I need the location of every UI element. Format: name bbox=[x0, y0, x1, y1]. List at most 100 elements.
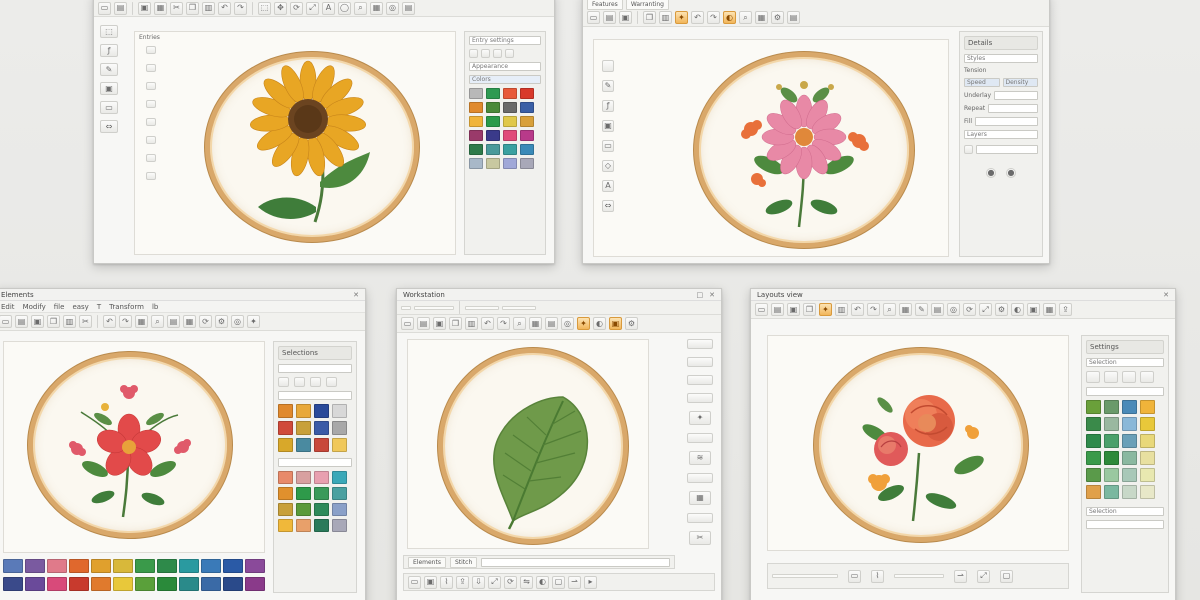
stitch-type-icon[interactable]: ≋ bbox=[689, 451, 711, 465]
zoom-icon[interactable]: ⌕ bbox=[354, 1, 367, 15]
design-canvas[interactable] bbox=[3, 341, 265, 553]
color-swatch[interactable] bbox=[47, 577, 67, 591]
color-swatch[interactable] bbox=[332, 471, 347, 484]
import-icon[interactable]: ⇩ bbox=[472, 575, 485, 589]
color-swatch[interactable] bbox=[296, 471, 311, 484]
color-swatch[interactable] bbox=[296, 438, 311, 452]
layer-item-icon[interactable] bbox=[146, 172, 156, 180]
design-canvas[interactable] bbox=[407, 339, 649, 549]
colors-field[interactable]: Colors bbox=[469, 75, 541, 84]
menu-item[interactable] bbox=[502, 305, 536, 310]
color-icon[interactable]: ◐ bbox=[536, 575, 549, 589]
hoop-icon[interactable]: ◎ bbox=[386, 1, 399, 15]
speed-field[interactable]: Speed bbox=[964, 78, 1000, 87]
color-swatch[interactable] bbox=[201, 559, 221, 573]
rotate-icon[interactable]: ⟳ bbox=[199, 315, 212, 328]
redo-icon[interactable]: ↷ bbox=[707, 11, 720, 24]
grid-icon[interactable]: ▦ bbox=[755, 11, 768, 24]
footer-selection-field[interactable]: Selection bbox=[1086, 507, 1164, 516]
paste-icon[interactable]: ▥ bbox=[202, 1, 215, 15]
scale-icon[interactable]: ⤢ bbox=[979, 303, 992, 316]
arrow-icon[interactable]: ⇀ bbox=[954, 569, 967, 583]
warranting-menu[interactable]: Warranting bbox=[625, 0, 669, 10]
grid-icon[interactable]: ▦ bbox=[370, 1, 383, 15]
color-swatch[interactable] bbox=[223, 577, 243, 591]
color-swatch[interactable] bbox=[332, 487, 347, 500]
zoom-icon[interactable]: ⌕ bbox=[739, 11, 752, 24]
save-icon[interactable]: ▣ bbox=[619, 11, 632, 24]
layers-icon[interactable]: ▤ bbox=[402, 1, 415, 15]
save-icon[interactable]: ▣ bbox=[787, 303, 800, 316]
mirror-icon[interactable]: ⇋ bbox=[520, 575, 533, 589]
color-swatch[interactable] bbox=[69, 559, 89, 573]
repeat-value[interactable] bbox=[988, 104, 1038, 113]
erase-tool-icon[interactable]: ▭ bbox=[100, 101, 118, 114]
distribute-icon[interactable] bbox=[326, 377, 337, 387]
panel-tab-icon[interactable] bbox=[687, 357, 713, 367]
frame-icon[interactable]: ▢ bbox=[552, 575, 565, 589]
preview-icon[interactable]: ▣ bbox=[424, 575, 437, 589]
stitch-run-icon[interactable]: ▭ bbox=[848, 569, 861, 583]
fill-tool-icon[interactable]: ▣ bbox=[100, 82, 118, 95]
layer-item-icon[interactable] bbox=[146, 46, 156, 54]
color-icon[interactable]: ◐ bbox=[593, 317, 606, 330]
option-field[interactable] bbox=[976, 145, 1038, 154]
color-swatch[interactable] bbox=[503, 144, 517, 155]
checkbox-icon[interactable] bbox=[964, 145, 973, 154]
rotate-icon[interactable]: ⟳ bbox=[504, 575, 517, 589]
menu-edit[interactable]: Edit bbox=[1, 303, 15, 311]
open-icon[interactable]: ▤ bbox=[114, 1, 127, 15]
color-swatch[interactable] bbox=[1086, 468, 1101, 482]
layer-item-icon[interactable] bbox=[146, 100, 156, 108]
new-file-icon[interactable]: ▭ bbox=[401, 317, 414, 330]
menu-item[interactable] bbox=[401, 305, 411, 310]
node-tool-icon[interactable]: ◇ bbox=[602, 160, 614, 172]
redo-icon[interactable]: ↷ bbox=[119, 315, 132, 328]
thread-icon[interactable]: ✦ bbox=[689, 411, 711, 425]
close-icon[interactable]: ✕ bbox=[709, 291, 715, 299]
layer-item-icon[interactable] bbox=[146, 82, 156, 90]
color-swatch[interactable] bbox=[47, 559, 67, 573]
pen-icon[interactable]: ✎ bbox=[915, 303, 928, 316]
apply-icon[interactable]: ● bbox=[986, 168, 996, 178]
color-swatch[interactable] bbox=[25, 559, 45, 573]
color-swatch[interactable] bbox=[113, 577, 133, 591]
color-swatch[interactable] bbox=[503, 158, 517, 169]
hoop-icon[interactable]: ◎ bbox=[561, 317, 574, 330]
color-swatch[interactable] bbox=[332, 421, 347, 435]
design-canvas[interactable]: Entries bbox=[134, 31, 456, 255]
color-swatch[interactable] bbox=[278, 421, 293, 435]
color-icon[interactable]: ◐ bbox=[1011, 303, 1024, 316]
underlay-value[interactable] bbox=[994, 91, 1038, 100]
new-file-icon[interactable]: ▭ bbox=[587, 11, 600, 24]
color-swatch[interactable] bbox=[1122, 417, 1137, 431]
color-swatch[interactable] bbox=[1086, 485, 1101, 499]
color-swatch[interactable] bbox=[332, 404, 347, 418]
save-icon[interactable]: ▣ bbox=[31, 315, 44, 328]
grid-icon[interactable]: ▦ bbox=[899, 303, 912, 316]
density-icon[interactable]: ▦ bbox=[689, 491, 711, 505]
text-icon[interactable]: A bbox=[322, 1, 335, 15]
layers-icon[interactable]: ▤ bbox=[787, 11, 800, 24]
panel-tab-icon[interactable] bbox=[687, 433, 713, 443]
color-swatch[interactable] bbox=[157, 559, 177, 573]
undo-icon[interactable]: ↶ bbox=[218, 1, 231, 15]
color-swatch[interactable] bbox=[278, 503, 293, 516]
grid-icon[interactable]: ▦ bbox=[183, 315, 196, 328]
menu-item[interactable] bbox=[465, 305, 499, 310]
layer-item-icon[interactable] bbox=[146, 154, 156, 162]
stitch-icon[interactable]: ✦ bbox=[675, 11, 688, 24]
undo-icon[interactable]: ↶ bbox=[691, 11, 704, 24]
color-swatch[interactable] bbox=[314, 471, 329, 484]
color-swatch[interactable] bbox=[1104, 485, 1119, 499]
color-swatch[interactable] bbox=[201, 577, 221, 591]
open-icon[interactable]: ▤ bbox=[603, 11, 616, 24]
open-icon[interactable]: ▤ bbox=[417, 317, 430, 330]
cut-icon[interactable]: ✂ bbox=[170, 1, 183, 15]
color-swatch[interactable] bbox=[113, 559, 133, 573]
color-swatch[interactable] bbox=[332, 503, 347, 516]
colors-field[interactable] bbox=[278, 391, 352, 400]
copy-icon[interactable]: ❐ bbox=[186, 1, 199, 15]
color-swatch[interactable] bbox=[469, 116, 483, 127]
select-icon[interactable]: ⬚ bbox=[258, 1, 271, 15]
